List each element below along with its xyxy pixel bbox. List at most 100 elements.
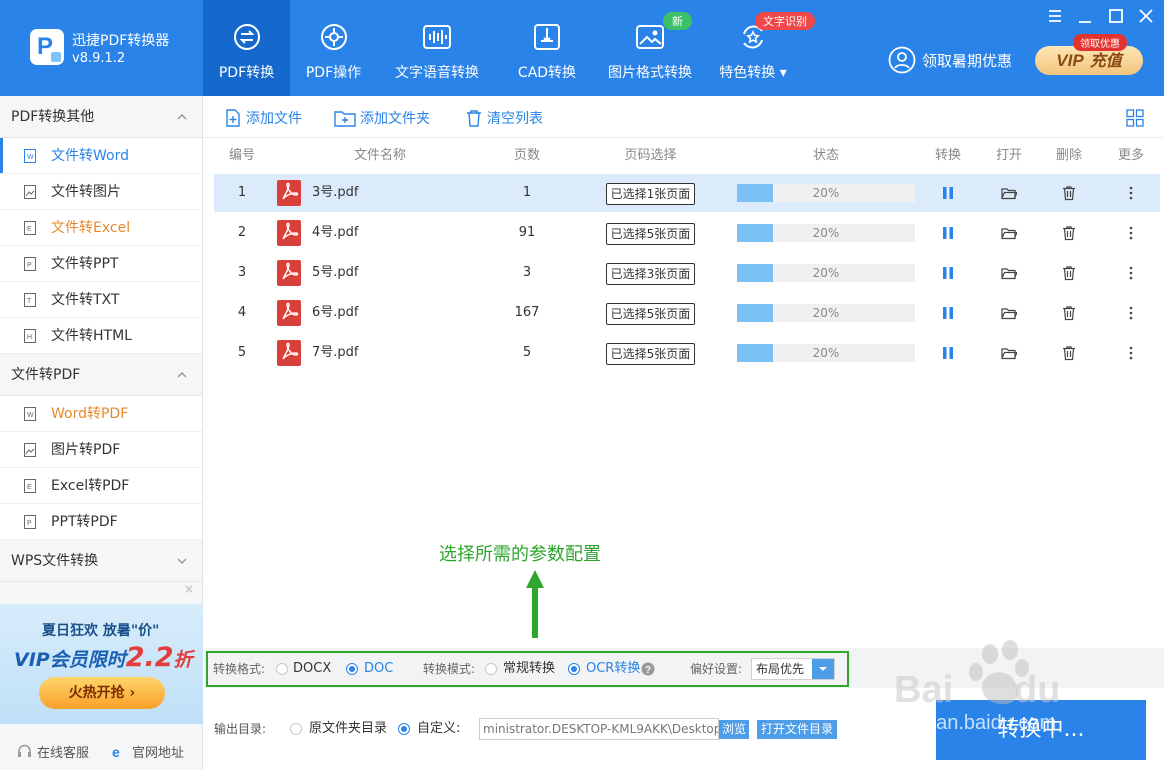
- trash-icon[interactable]: [1061, 225, 1077, 241]
- more-icon[interactable]: [1123, 265, 1139, 281]
- chevron-down-icon: [819, 667, 827, 671]
- minimize-icon[interactable]: [1077, 8, 1093, 24]
- waveform-icon: [423, 25, 451, 49]
- summer-promo-link[interactable]: 领取暑期优惠: [888, 46, 1012, 74]
- format-docx-radio[interactable]: [276, 663, 288, 675]
- format-doc-label[interactable]: DOC: [364, 653, 393, 685]
- more-icon[interactable]: [1123, 305, 1139, 321]
- nav-special[interactable]: 特色转换 ▾ 文字识别: [703, 0, 815, 96]
- sidebar-group-file-to-pdf[interactable]: 文件转PDF: [0, 354, 202, 396]
- menu-icon[interactable]: [1047, 8, 1063, 24]
- add-file-button[interactable]: 添加文件: [224, 108, 302, 128]
- nav-text-voice[interactable]: 文字语音转换: [377, 0, 497, 96]
- file-name: 5号.pdf: [312, 265, 359, 280]
- output-original-radio[interactable]: [290, 723, 302, 735]
- table-row[interactable]: 2 4号.pdf 91 已选择5张页面 20%: [214, 214, 1160, 252]
- more-icon[interactable]: [1123, 225, 1139, 241]
- trash-icon[interactable]: [1061, 345, 1077, 361]
- folder-open-icon[interactable]: [1001, 305, 1017, 321]
- sidebar-item-label: 图片转PDF: [51, 442, 121, 458]
- mode-ocr-label[interactable]: OCR转换: [586, 653, 640, 685]
- row-number: 5: [237, 345, 247, 360]
- pause-icon[interactable]: [940, 225, 956, 241]
- sidebar-item-file-to-word[interactable]: W 文件转Word: [0, 138, 202, 174]
- output-original-label[interactable]: 原文件夹目录: [309, 713, 387, 745]
- output-custom-label[interactable]: 自定义:: [417, 713, 460, 745]
- preference-select[interactable]: 布局优先: [751, 658, 835, 680]
- add-folder-button[interactable]: 添加文件夹: [334, 108, 430, 128]
- gear-icon: [320, 24, 347, 50]
- sidebar-item-file-to-ppt[interactable]: P 文件转PPT: [0, 246, 202, 282]
- banner-close-button[interactable]: ×: [184, 582, 194, 596]
- vip-promo-tag: 领取优惠: [1073, 34, 1127, 51]
- row-number: 1: [237, 185, 247, 200]
- pause-icon[interactable]: [940, 265, 956, 281]
- more-icon[interactable]: [1123, 185, 1139, 201]
- document-icon: W: [24, 149, 36, 163]
- format-doc-radio[interactable]: [346, 663, 358, 675]
- page-selection-button[interactable]: 已选择3张页面: [606, 263, 695, 285]
- folder-open-icon[interactable]: [1001, 185, 1017, 201]
- promo-banner[interactable]: 夏日狂欢 放暑"价" VIP会员限时2.2折 火热开抢 ›: [0, 604, 203, 724]
- sidebar-item-image-to-pdf[interactable]: 图片转PDF: [0, 432, 202, 468]
- sidebar-item-excel-to-pdf[interactable]: E Excel转PDF: [0, 468, 202, 504]
- page-count: 91: [518, 225, 536, 240]
- column-header-status: 状态: [812, 148, 839, 163]
- table-row[interactable]: 5 7号.pdf 5 已选择5张页面 20%: [214, 334, 1160, 372]
- clear-list-button[interactable]: 清空列表: [465, 108, 543, 128]
- mode-ocr-radio[interactable]: [568, 663, 580, 675]
- sidebar-item-ppt-to-pdf[interactable]: P PPT转PDF: [0, 504, 202, 540]
- website-link[interactable]: e 官网地址: [112, 742, 184, 761]
- sidebar-item-file-to-txt[interactable]: T 文件转TXT: [0, 282, 202, 318]
- trash-icon[interactable]: [1061, 185, 1077, 201]
- page-selection-button[interactable]: 已选择5张页面: [606, 303, 695, 325]
- output-custom-radio[interactable]: [398, 723, 410, 735]
- browse-button[interactable]: 浏览: [719, 720, 750, 739]
- format-docx-label[interactable]: DOCX: [293, 653, 331, 685]
- sidebar-item-file-to-html[interactable]: H 文件转HTML: [0, 318, 202, 354]
- mode-normal-label[interactable]: 常规转换: [503, 653, 555, 685]
- table-row[interactable]: 1 3号.pdf 1 已选择1张页面 20%: [214, 174, 1160, 212]
- folder-open-icon[interactable]: [1001, 345, 1017, 361]
- title-bar: P 迅捷PDF转换器 v8.9.1.2 PDF转换 PDF操作 文字语音转换 C…: [0, 0, 1164, 96]
- page-selection-button[interactable]: 已选择5张页面: [606, 343, 695, 365]
- sidebar-item-label: Excel转PDF: [51, 478, 130, 494]
- nav-image-format[interactable]: 图片格式转换 新: [597, 0, 703, 96]
- sidebar-group-wps[interactable]: WPS文件转换: [0, 540, 202, 582]
- new-badge: 新: [663, 12, 692, 30]
- maximize-icon[interactable]: [1108, 8, 1124, 24]
- help-icon[interactable]: ?: [641, 662, 655, 676]
- sidebar-item-label: Word转PDF: [51, 406, 129, 422]
- sidebar-item-file-to-excel[interactable]: E 文件转Excel: [0, 210, 202, 246]
- online-service-link[interactable]: 在线客服: [17, 742, 89, 761]
- output-path-input[interactable]: ministrator.DESKTOP-KML9AKK\Desktop: [479, 718, 719, 740]
- pause-icon[interactable]: [940, 185, 956, 201]
- banner-grab-button[interactable]: 火热开抢 ›: [39, 677, 165, 709]
- nav-cad[interactable]: CAD转换: [497, 0, 597, 96]
- more-icon[interactable]: [1123, 345, 1139, 361]
- table-row[interactable]: 4 6号.pdf 167 已选择5张页面 20%: [214, 294, 1160, 332]
- close-icon[interactable]: [1138, 8, 1154, 24]
- page-selection-button[interactable]: 已选择5张页面: [606, 223, 695, 245]
- sidebar-item-file-to-image[interactable]: 文件转图片: [0, 174, 202, 210]
- svg-text:du: du: [1014, 669, 1060, 711]
- preference-label: 偏好设置:: [690, 662, 743, 676]
- table-row[interactable]: 3 5号.pdf 3 已选择3张页面 20%: [214, 254, 1160, 292]
- page-selection-button[interactable]: 已选择1张页面: [606, 183, 695, 205]
- sidebar-item-word-to-pdf[interactable]: W Word转PDF: [0, 396, 202, 432]
- nav-pdf-operate[interactable]: PDF操作: [290, 0, 377, 96]
- folder-open-icon[interactable]: [1001, 265, 1017, 281]
- mode-normal-radio[interactable]: [485, 663, 497, 675]
- folder-open-icon[interactable]: [1001, 225, 1017, 241]
- nav-pdf-convert[interactable]: PDF转换: [203, 0, 290, 96]
- sidebar-group-pdf-to-other[interactable]: PDF转换其他: [0, 96, 202, 138]
- trash-icon[interactable]: [1061, 305, 1077, 321]
- grid-view-icon[interactable]: [1126, 109, 1144, 127]
- column-header-page-select: 页码选择: [624, 148, 677, 163]
- pause-icon[interactable]: [940, 345, 956, 361]
- pause-icon[interactable]: [940, 305, 956, 321]
- trash-icon[interactable]: [1061, 265, 1077, 281]
- open-directory-button[interactable]: 打开文件目录: [757, 720, 838, 739]
- sidebar-group-label: PDF转换其他: [11, 109, 95, 125]
- dropdown-button[interactable]: [812, 659, 834, 679]
